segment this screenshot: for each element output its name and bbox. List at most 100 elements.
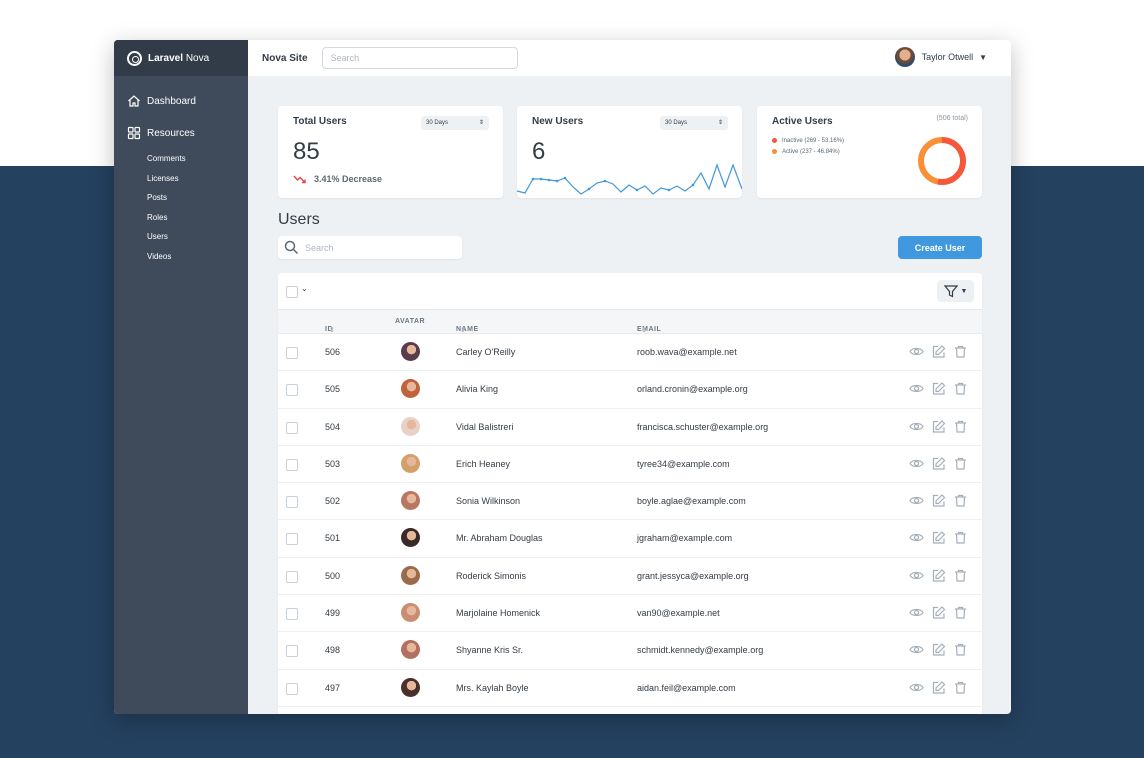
sidebar-item-dashboard[interactable]: Dashboard: [114, 90, 248, 112]
range-select[interactable]: 30 Days ⇕: [660, 116, 728, 130]
delete-icon[interactable]: [954, 457, 967, 470]
view-icon[interactable]: [909, 382, 924, 395]
cell-email: boyle.aglae@example.com: [637, 496, 746, 507]
row-checkbox[interactable]: [286, 570, 298, 583]
trend-indicator: 3.41% Decrease: [293, 174, 382, 184]
view-icon[interactable]: [909, 606, 924, 619]
grid-icon: [127, 126, 141, 140]
delete-icon[interactable]: [954, 494, 967, 507]
brand-header[interactable]: Laravel Nova: [114, 40, 248, 76]
select-arrows-icon: ⇕: [478, 120, 484, 126]
search-icon: [284, 240, 299, 255]
table-row: 497 Mrs. Kaylah Boyle aidan.feil@example…: [278, 670, 982, 707]
cell-email: roob.wava@example.net: [637, 347, 737, 357]
create-user-button[interactable]: Create User: [898, 236, 982, 259]
global-search-input[interactable]: [321, 47, 518, 69]
row-actions: [909, 419, 975, 433]
legend-item-inactive: Inactive (269 - 53.16%): [772, 135, 844, 146]
delete-icon[interactable]: [954, 420, 967, 433]
sidebar-item-roles[interactable]: Roles: [114, 208, 248, 228]
row-checkbox[interactable]: [286, 458, 298, 471]
select-arrows-icon: ⇕: [717, 120, 723, 126]
row-actions: [909, 606, 975, 619]
resource-search[interactable]: [278, 236, 462, 259]
sidebar-item-videos[interactable]: Videos: [114, 247, 248, 267]
delete-icon[interactable]: [954, 569, 967, 582]
view-icon[interactable]: [909, 569, 924, 582]
view-icon[interactable]: [909, 345, 924, 358]
row-checkbox[interactable]: [286, 421, 298, 434]
edit-icon[interactable]: [932, 531, 946, 545]
edit-icon[interactable]: [932, 345, 946, 358]
delete-icon[interactable]: [954, 606, 967, 619]
sidebar-item-posts[interactable]: Posts: [114, 188, 248, 208]
row-checkbox[interactable]: [286, 347, 298, 359]
row-checkbox[interactable]: [286, 645, 298, 658]
cell-email: jgraham@example.com: [637, 533, 733, 544]
sidebar-item-comments[interactable]: Comments: [114, 149, 248, 169]
chevron-down-icon[interactable]: ⌄: [301, 284, 308, 293]
view-icon[interactable]: [909, 531, 924, 544]
delete-icon[interactable]: [954, 681, 967, 694]
legend-item-active: Active (237 - 46.84%): [772, 146, 844, 157]
range-select[interactable]: 30 Days ⇕: [421, 116, 489, 130]
cell-email: orland.cronin@example.org: [637, 384, 748, 395]
cell-email: grant.jessyca@example.org: [637, 570, 749, 581]
cell-id: 502: [325, 496, 341, 507]
table-row: 505 Alivia King orland.cronin@example.or…: [278, 371, 982, 409]
sidebar-item-resources[interactable]: Resources: [114, 122, 248, 144]
cell-id: 499: [325, 608, 341, 619]
view-icon[interactable]: [909, 643, 924, 656]
sidebar-item-users[interactable]: Users: [114, 227, 248, 247]
row-checkbox[interactable]: [286, 496, 298, 509]
edit-icon[interactable]: [932, 643, 946, 656]
metric-value: 85: [293, 138, 320, 165]
table-header: ID ⇕ AVATAR NAME ⇕ EMAIL ⇕: [278, 310, 982, 334]
card-title: Active Users: [772, 116, 833, 127]
avatar: [401, 528, 420, 548]
total-users-card: Total Users 30 Days ⇕ 85 3.41% Decrease: [278, 106, 503, 198]
edit-icon[interactable]: [932, 457, 946, 470]
row-checkbox[interactable]: [286, 608, 298, 621]
page-title: Users: [278, 211, 320, 228]
cell-email: van90@example.net: [637, 608, 720, 619]
delete-icon[interactable]: [954, 531, 967, 545]
sidebar-item-licenses[interactable]: Licenses: [114, 169, 248, 189]
trend-label: 3.41% Decrease: [314, 174, 383, 184]
avatar: [401, 491, 420, 511]
view-icon[interactable]: [909, 457, 924, 470]
site-name[interactable]: Nova Site: [262, 53, 308, 64]
delete-icon[interactable]: [954, 643, 967, 656]
edit-icon[interactable]: [932, 606, 946, 619]
filter-button[interactable]: ▼: [937, 280, 974, 302]
sort-icon: ⇕: [329, 327, 336, 334]
edit-icon[interactable]: [932, 494, 946, 507]
cell-id: 497: [325, 682, 341, 693]
view-icon[interactable]: [909, 681, 924, 694]
row-checkbox[interactable]: [286, 384, 298, 397]
table-row: 504 Vidal Balistreri francisca.schuster@…: [278, 409, 982, 446]
search-input[interactable]: [305, 242, 455, 253]
edit-icon[interactable]: [932, 382, 946, 395]
view-icon[interactable]: [909, 420, 924, 433]
row-checkbox[interactable]: [286, 682, 298, 695]
avatar: [401, 565, 420, 585]
delete-icon[interactable]: [954, 382, 967, 395]
view-icon[interactable]: [909, 494, 924, 507]
row-actions: [909, 382, 975, 395]
partition-legend: Inactive (269 - 53.16%) Active (237 - 46…: [772, 135, 844, 157]
sidebar-item-label: Dashboard: [147, 95, 196, 107]
avatar: [401, 379, 420, 399]
user-menu[interactable]: Taylor Otwell ▼: [894, 47, 987, 67]
top-bar: Nova Site Taylor Otwell ▼: [248, 40, 1011, 76]
row-checkbox[interactable]: [286, 533, 298, 546]
edit-icon[interactable]: [932, 568, 946, 582]
select-all-checkbox[interactable]: [286, 286, 298, 298]
cell-id: 505: [325, 384, 341, 395]
edit-icon[interactable]: [932, 419, 946, 433]
row-actions: [909, 680, 975, 694]
table-row: 499 Marjolaine Homenick van90@example.ne…: [278, 595, 982, 633]
delete-icon[interactable]: [954, 345, 967, 358]
row-actions: [909, 531, 975, 545]
edit-icon[interactable]: [932, 680, 946, 694]
